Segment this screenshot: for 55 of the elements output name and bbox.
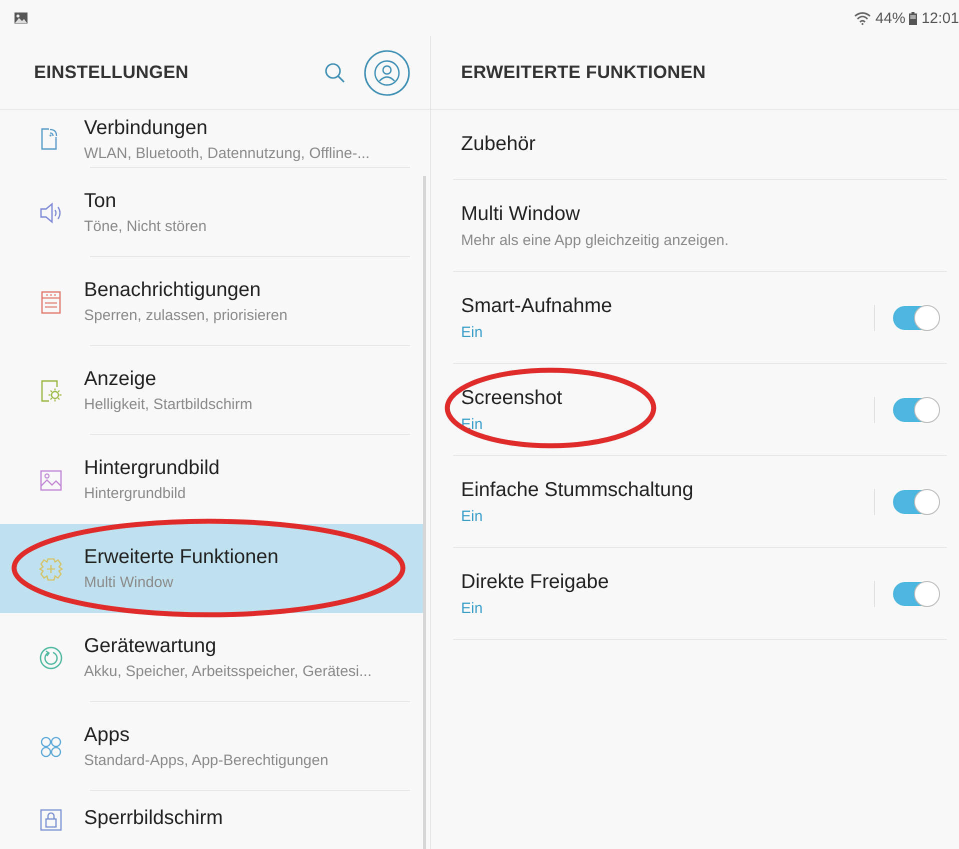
- setting-title: Screenshot: [461, 386, 564, 410]
- profile-button[interactable]: [364, 50, 410, 96]
- setting-title: Einfache Stummschaltung: [461, 478, 694, 502]
- settings-menu-item[interactable]: Apps Standard-Apps, App-Berechtigungen: [0, 702, 420, 791]
- padlock-icon: [38, 807, 64, 833]
- settings-row[interactable]: Smart-Aufnahme Ein: [453, 272, 947, 364]
- item-subtitle: Hintergrundbild: [84, 485, 187, 502]
- gear-plus-icon: [38, 556, 64, 582]
- wifi-icon: [854, 11, 872, 25]
- toggle-switch[interactable]: [893, 490, 939, 514]
- item-subtitle: WLAN, Bluetooth, Datennutzung, Offline-...: [84, 144, 370, 162]
- item-title: Erweiterte Funktionen: [84, 546, 279, 569]
- toggle-switch[interactable]: [893, 306, 939, 330]
- setting-title: Multi Window: [461, 202, 581, 226]
- setting-title: Direkte Freigabe: [461, 570, 610, 594]
- setting-subtitle: Ein: [461, 508, 484, 524]
- settings-menu-item[interactable]: Verbindungen WLAN, Bluetooth, Datennutzung, Offline-...: [0, 110, 420, 168]
- battery-percentage: 44%: [875, 10, 906, 26]
- item-title: Gerätewartung: [84, 635, 218, 658]
- gallery-icon: [14, 12, 28, 24]
- item-subtitle: Töne, Nicht stören: [84, 218, 207, 235]
- item-subtitle: Multi Window: [84, 574, 174, 591]
- battery-icon: [909, 12, 918, 24]
- settings-row[interactable]: Einfache Stummschaltung Ein: [453, 456, 947, 548]
- settings-row[interactable]: Zubehör: [453, 110, 947, 180]
- item-subtitle: Standard-Apps, App-Berechtigungen: [84, 752, 328, 769]
- item-title: Sperrbildschirm: [84, 807, 223, 830]
- item-subtitle: Sperren, zulassen, priorisieren: [84, 307, 288, 324]
- setting-title: Zubehör: [461, 133, 536, 156]
- settings-menu-item[interactable]: Hintergrundbild Hintergrundbild: [0, 435, 420, 524]
- settings-row[interactable]: Multi Window Mehr als eine App gleichzeitig anzeigen.: [453, 180, 947, 272]
- item-subtitle: Akku, Speicher, Arbeitsspeicher, Gerätesi...: [84, 663, 372, 680]
- settings-menu-item[interactable]: Gerätewartung Akku, Speicher, Arbeitsspeicher, Gerätesi...: [0, 613, 420, 702]
- refresh-circle-icon: [38, 644, 64, 670]
- item-title: Verbindungen: [84, 116, 208, 140]
- item-title: Ton: [84, 190, 118, 213]
- settings-menu-item[interactable]: Anzeige Helligkeit, Startbildschirm: [0, 346, 420, 435]
- setting-subtitle: Ein: [461, 324, 484, 340]
- panel-title: EINSTELLUNGEN: [34, 62, 190, 83]
- search-icon[interactable]: [324, 62, 346, 84]
- setting-subtitle: Ein: [461, 600, 484, 616]
- settings-menu-item[interactable]: Benachrichtigungen Sperren, zulassen, priorisieren: [0, 257, 420, 346]
- item-title: Hintergrundbild: [84, 457, 220, 480]
- settings-menu-item[interactable]: Ton Töne, Nicht stören: [0, 168, 420, 257]
- panel-title: ERWEITERTE FUNKTIONEN: [461, 62, 706, 83]
- toggle-switch[interactable]: [893, 398, 939, 422]
- toggle-switch[interactable]: [893, 582, 939, 606]
- item-title: Apps: [84, 724, 131, 747]
- settings-row[interactable]: Direkte Freigabe Ein: [453, 548, 947, 640]
- item-title: Anzeige: [84, 368, 158, 391]
- item-subtitle: Helligkeit, Startbildschirm: [84, 396, 252, 413]
- clock-time: 12:01: [921, 10, 959, 26]
- setting-subtitle: Mehr als eine App gleichzeitig anzeigen.: [461, 232, 730, 248]
- item-title: Benachrichtigungen: [84, 279, 262, 302]
- setting-title: Smart-Aufnahme: [461, 294, 614, 318]
